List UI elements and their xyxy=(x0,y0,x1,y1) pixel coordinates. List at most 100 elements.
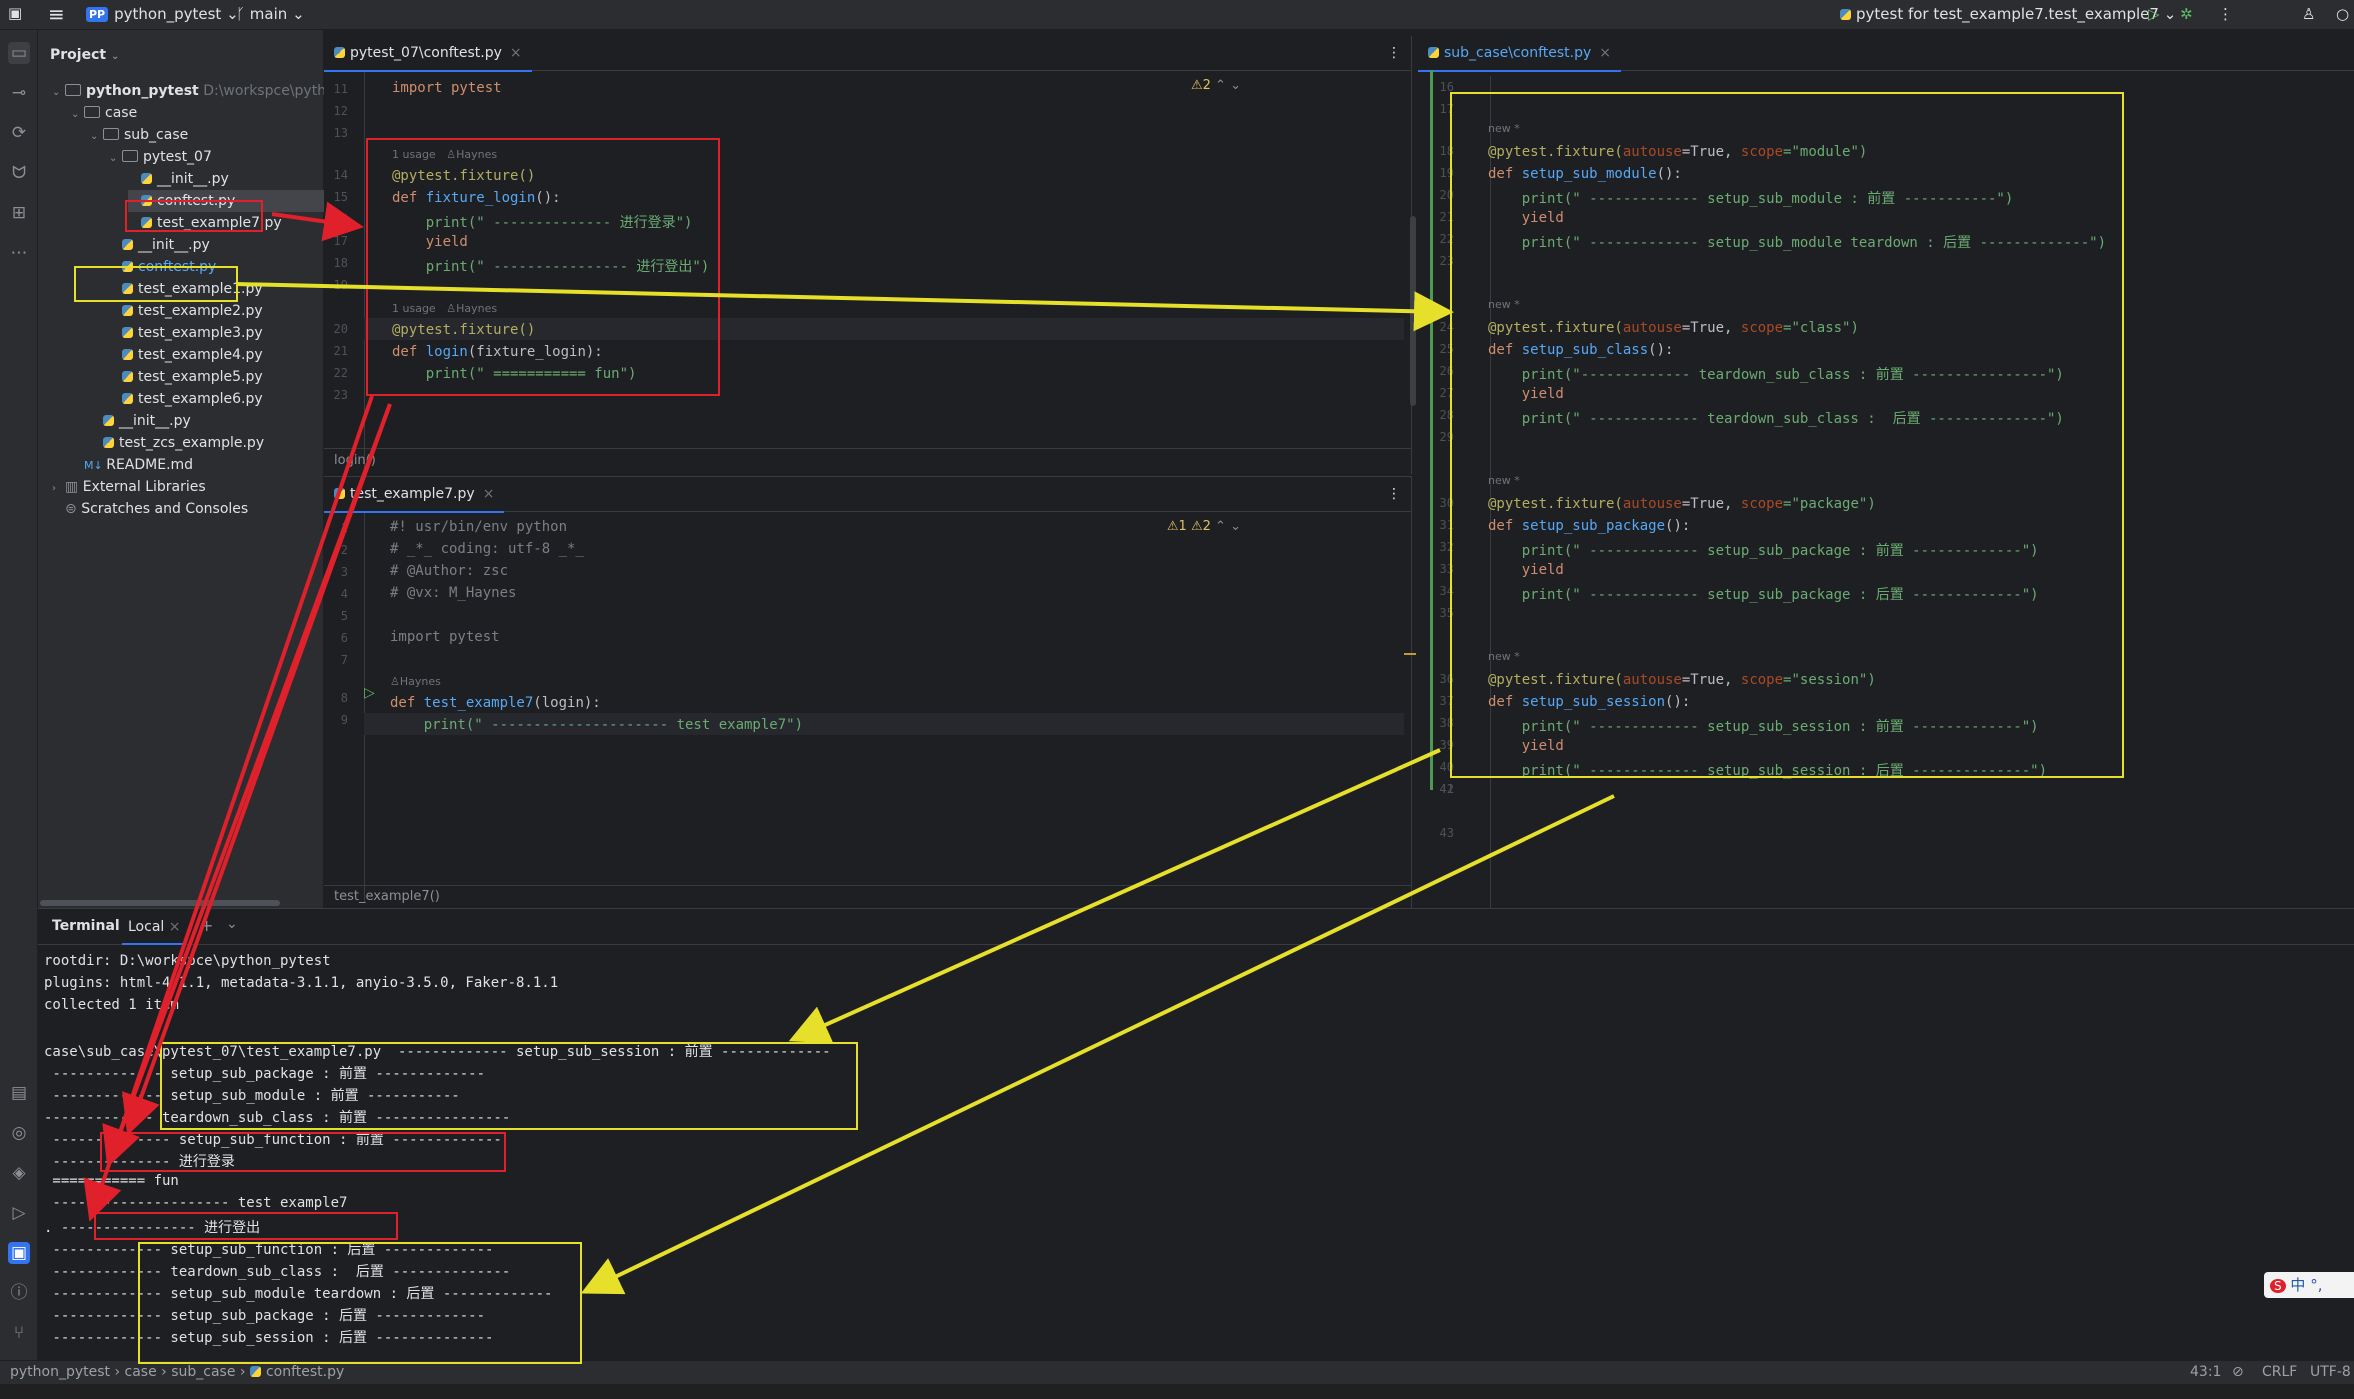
more-tools-icon[interactable]: ⋯ xyxy=(8,242,30,264)
warning-icon: ⚠ xyxy=(1166,519,1179,534)
editor-test-example7[interactable]: test_example7.py × ⋮ ⚠1 ⚠2 ⌃ ⌄ 123456789 … xyxy=(324,476,1416,909)
tree-item-init-file[interactable]: __init__.py xyxy=(90,410,191,432)
run-icon[interactable]: ▷ xyxy=(2148,5,2160,23)
python-console-icon[interactable]: ◎ xyxy=(8,1122,30,1144)
code-line-1[interactable]: #! usr/bin/env python xyxy=(390,519,567,535)
more-actions-icon[interactable]: ⋮ xyxy=(2218,5,2233,23)
expand-icon[interactable]: ⌄ xyxy=(109,148,119,170)
tree-item-init-file[interactable]: __init__.py xyxy=(128,168,229,190)
line-number: 14 xyxy=(333,168,348,182)
project-switcher[interactable]: PP python_pytest ⌄ xyxy=(86,5,239,23)
code-line-11[interactable]: import pytest xyxy=(392,80,502,96)
tab-test-example7[interactable]: test_example7.py × xyxy=(324,477,505,513)
weak-warning-icon: ⚠ xyxy=(1190,519,1203,534)
python-file-icon xyxy=(141,173,152,184)
run-config-selector[interactable]: pytest for test_example7.test_example7 ⌄ xyxy=(1840,5,2176,23)
tree-item-test-example4-file[interactable]: test_example4.py xyxy=(109,344,263,366)
branch-switcher[interactable]: ᚴ main ⌄ xyxy=(236,5,305,23)
account-icon[interactable]: ♙ xyxy=(2302,5,2315,23)
readonly-toggle-icon[interactable]: ⊘ xyxy=(2232,1364,2244,1380)
code-line-6[interactable]: import pytest xyxy=(390,629,500,645)
red-annotation-box-function-setup xyxy=(100,1132,506,1172)
chevron-down-icon[interactable]: ⌄ xyxy=(1230,519,1241,534)
chevron-down-icon: ⌄ xyxy=(292,5,305,23)
line-number: 16 xyxy=(333,212,348,226)
warnings-indicator[interactable]: ⚠2 ⌃ ⌄ xyxy=(1191,78,1241,93)
tab-local[interactable]: Local × xyxy=(122,909,187,945)
project-panel-title[interactable]: Project ⌄ xyxy=(50,44,124,66)
code-line-9[interactable]: print(" --------------------- test examp… xyxy=(390,717,803,733)
scroll-marker xyxy=(1404,653,1416,655)
main-menu-icon[interactable]: ≡ xyxy=(48,2,65,26)
tree-item-case-folder[interactable]: ⌄ case xyxy=(71,102,137,124)
chevron-up-icon[interactable]: ⌃ xyxy=(1215,78,1226,93)
structure-icon[interactable]: ⊞ xyxy=(8,202,30,224)
tree-item-pytest07-folder[interactable]: ⌄ pytest_07 xyxy=(109,146,212,168)
breadcrumb-label: test_example7() xyxy=(334,889,440,904)
warnings-indicator[interactable]: ⚠1 ⚠2 ⌃ ⌄ xyxy=(1167,519,1241,534)
code-line-2[interactable]: # _*_ coding: utf-8 _*_ xyxy=(390,541,584,557)
python-file-icon xyxy=(103,437,114,448)
chevron-down-icon[interactable]: ⌄ xyxy=(226,916,238,932)
crumb-case[interactable]: case xyxy=(125,1364,157,1380)
tab-subcase-conftest[interactable]: sub_case\conftest.py × xyxy=(1418,36,1622,72)
close-icon[interactable]: × xyxy=(1599,45,1611,61)
new-tab-icon[interactable]: + xyxy=(200,916,213,935)
code-line-8[interactable]: def test_example7(login): xyxy=(390,695,601,711)
editor-breadcrumb[interactable]: test_example7() xyxy=(324,885,1412,909)
debug-icon[interactable]: ✲ xyxy=(2180,5,2193,23)
tree-item-scratches-and-consoles[interactable]: ⊜ Scratches and Consoles xyxy=(52,498,248,520)
caret-position[interactable]: 43:1 xyxy=(2190,1364,2221,1380)
version-control-icon[interactable]: ⑂ xyxy=(8,1322,30,1344)
commit-icon[interactable]: ⊸ xyxy=(8,82,30,104)
tree-item-test-zcs-example-file[interactable]: test_zcs_example.py xyxy=(90,432,264,454)
horizontal-scrollbar[interactable] xyxy=(40,900,280,906)
tree-item-test-example3-file[interactable]: test_example3.py xyxy=(109,322,263,344)
code-line-4[interactable]: # @vx: M_Haynes xyxy=(390,585,516,601)
terminal-line: rootdir: D:\workspce\python_pytest xyxy=(44,953,331,969)
close-icon[interactable]: × xyxy=(483,486,495,502)
code-line-3[interactable]: # @Author: zsc xyxy=(390,563,508,579)
author-hint[interactable]: ♙Haynes xyxy=(390,675,441,688)
git-icon[interactable]: ⟳ xyxy=(8,122,30,144)
tree-item-sub-case-folder[interactable]: ⌄ sub_case xyxy=(90,124,188,146)
problems-icon[interactable]: ⓘ xyxy=(8,1282,30,1304)
tree-item-readme-file[interactable]: M↓ README.md xyxy=(71,454,193,476)
search-everywhere-icon[interactable]: ○ xyxy=(2336,5,2349,23)
project-folder-icon[interactable]: ▭ xyxy=(8,42,30,64)
tree-item-test-example6-file[interactable]: test_example6.py xyxy=(109,388,263,410)
sciview-icon[interactable]: ▤ xyxy=(8,1082,30,1104)
close-icon[interactable]: × xyxy=(169,919,181,935)
crumb-sub-case[interactable]: sub_case xyxy=(171,1364,235,1380)
more-tabs-icon[interactable]: ⋮ xyxy=(1377,36,1411,70)
expand-icon[interactable]: › xyxy=(52,478,62,500)
expand-icon[interactable]: ⌄ xyxy=(71,104,81,126)
file-encoding[interactable]: UTF-8 xyxy=(2310,1364,2351,1380)
more-tabs-icon[interactable]: ⋮ xyxy=(1377,477,1411,511)
vertical-scrollbar[interactable] xyxy=(1410,216,1416,406)
crumb-file[interactable]: conftest.py xyxy=(266,1364,344,1380)
editor-breadcrumb[interactable]: login() xyxy=(324,448,1412,474)
gutter-divider xyxy=(364,513,365,903)
run-test-gutter-icon[interactable]: ▷ xyxy=(364,685,375,701)
pull-requests-icon[interactable]: ᗢ xyxy=(8,162,30,184)
terminal-icon[interactable]: ▣ xyxy=(8,1242,30,1264)
tree-item-test-example2-file[interactable]: test_example2.py xyxy=(109,300,263,322)
warning-icon: ⚠ xyxy=(1190,78,1203,93)
tree-item-init-file[interactable]: __init__.py xyxy=(109,234,210,256)
project-badge: PP xyxy=(86,7,109,22)
python-packages-icon[interactable]: ◈ xyxy=(8,1162,30,1184)
tab-pytest07-conftest[interactable]: pytest_07\conftest.py × xyxy=(324,36,532,72)
status-breadcrumb[interactable]: python_pytest › case › sub_case › confte… xyxy=(10,1364,344,1380)
expand-icon[interactable]: ⌄ xyxy=(90,126,100,148)
services-icon[interactable]: ▷ xyxy=(8,1202,30,1224)
chevron-down-icon[interactable]: ⌄ xyxy=(1230,78,1241,93)
ime-indicator[interactable]: S 中 °, xyxy=(2264,1272,2354,1298)
line-separator[interactable]: CRLF xyxy=(2262,1364,2297,1380)
tree-item-test-example5-file[interactable]: test_example5.py xyxy=(109,366,263,388)
close-icon[interactable]: × xyxy=(510,45,522,61)
crumb-project[interactable]: python_pytest xyxy=(10,1364,110,1380)
tree-item-external-libraries[interactable]: › ▥ External Libraries xyxy=(52,476,206,498)
chevron-up-icon[interactable]: ⌃ xyxy=(1215,519,1226,534)
ime-mode-label: 中 xyxy=(2290,1276,2306,1294)
